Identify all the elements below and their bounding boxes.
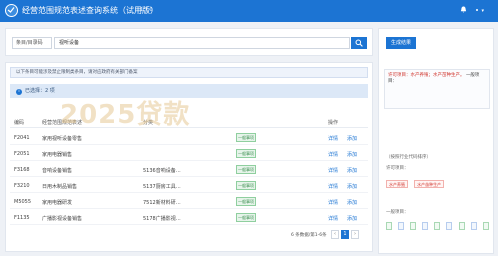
detail-link[interactable]: 详情	[328, 151, 338, 158]
status-badge: 一般事项	[236, 197, 256, 206]
generate-result-button[interactable]: 生成结果	[386, 37, 416, 49]
selection-unit: 项	[49, 88, 55, 94]
search-button[interactable]	[351, 37, 367, 49]
status-badge: 一般事项	[236, 133, 256, 142]
add-link[interactable]: 添加	[347, 183, 357, 190]
add-link[interactable]: 添加	[347, 215, 357, 222]
row-name: 家用电器销售	[42, 152, 73, 158]
row-category: 5178广播影视…	[143, 216, 181, 222]
add-link[interactable]: 添加	[347, 151, 357, 158]
row-name: 家用电器研发	[42, 200, 73, 206]
row-code: M5055	[14, 199, 32, 205]
general-tag[interactable]	[422, 222, 429, 230]
result-license-text: 水产养殖；水产苗种生产。	[410, 73, 465, 78]
row-code: F3210	[14, 183, 30, 189]
row-code: F2041	[14, 135, 30, 141]
search-input[interactable]: 视听设备	[54, 37, 350, 49]
search-panel: 条目/目录码 视听设备	[5, 28, 373, 56]
next-page-button[interactable]: ›	[351, 230, 359, 239]
general-tag[interactable]	[398, 222, 405, 230]
general-tag[interactable]	[410, 222, 417, 230]
status-badge: 一般事项	[236, 181, 256, 190]
table-row[interactable]: F3168 音响设备销售 5136音响设备… 一般事项 详情 添加	[10, 163, 368, 177]
notice-banner: 以下条目可能涉及禁止限制类条目，请对应政府有关部门备案	[10, 67, 368, 78]
selection-count: 2	[45, 88, 49, 94]
add-link[interactable]: 添加	[347, 199, 357, 206]
detail-link[interactable]: 详情	[328, 215, 338, 222]
current-page-button[interactable]: 1	[341, 230, 349, 239]
info-icon: i	[16, 89, 22, 95]
row-code: F2051	[14, 151, 30, 157]
table-row[interactable]: M5055 家用电器研发 7512新材料研… 一般事项 详情 添加	[10, 195, 368, 209]
selection-label: 已选择：	[25, 88, 46, 94]
row-category: 5137厨房工具…	[143, 184, 181, 190]
license-tag-group: 水产养殖 水产苗种生产	[386, 171, 490, 190]
status-badge: 一般事项	[236, 149, 256, 158]
results-panel: 以下条目可能涉及禁止限制类条目，请对应政府有关部门备案 i 已选择：2 项 编码 …	[5, 62, 373, 252]
general-tag[interactable]	[434, 222, 441, 230]
status-badge: 一般事项	[236, 213, 256, 222]
header-category: 分类	[143, 120, 154, 126]
pagination-summary: 6 条数据/第1-6条	[291, 233, 327, 238]
row-name: 日用木制品销售	[42, 184, 78, 190]
user-menu[interactable]: ▾	[460, 6, 484, 14]
status-badge: 一般事项	[236, 165, 256, 174]
header-name: 经营范围规范表述	[42, 120, 83, 126]
row-code: F3168	[14, 167, 30, 173]
general-tag[interactable]	[446, 222, 453, 230]
app-header: 经营范围规范表述查询系统（试用版） 1.7.0 ▾	[0, 0, 498, 22]
selection-bar: i 已选择：2 项	[10, 84, 368, 98]
result-panel: 生成结果 许可项目：水产养殖；水产苗种生产。 一般项目： （按照行业代码排序） …	[378, 28, 494, 254]
chevron-down-icon[interactable]: ▾	[481, 8, 484, 14]
general-tag[interactable]	[482, 222, 489, 230]
license-tag[interactable]: 水产养殖	[386, 180, 408, 188]
table-row[interactable]: F3210 日用木制品销售 5137厨房工具… 一般事项 详情 添加	[10, 179, 368, 193]
app-title: 经营范围规范表述查询系统（试用版）	[22, 6, 158, 15]
row-code: F1135	[14, 215, 30, 221]
header-action: 操作	[328, 120, 339, 126]
table-row[interactable]: F2041 家用视听设备零售 一般事项 详情 添加	[10, 131, 368, 145]
sort-hint: （按照行业代码排序）	[386, 155, 431, 160]
row-name: 家用视听设备零售	[42, 136, 83, 142]
table-row[interactable]: F2051 家用电器销售 一般事项 详情 添加	[10, 147, 368, 161]
prev-page-button[interactable]: ‹	[331, 230, 339, 239]
detail-link[interactable]: 详情	[328, 199, 338, 206]
row-name: 广播影视设备销售	[42, 216, 83, 222]
app-version: 1.7.0	[140, 7, 153, 13]
table-row[interactable]: F1135 广播影视设备销售 5178广播影视… 一般事项 详情 添加	[10, 211, 368, 225]
row-name: 音响设备销售	[42, 168, 73, 174]
license-tag[interactable]: 水产苗种生产	[414, 180, 445, 188]
general-tag-group	[386, 215, 490, 234]
search-icon	[355, 39, 363, 47]
general-tag[interactable]	[386, 222, 392, 230]
detail-link[interactable]: 详情	[328, 183, 338, 190]
row-category: 5136音响设备…	[143, 168, 181, 174]
add-link[interactable]: 添加	[347, 135, 357, 142]
general-tag[interactable]	[470, 222, 477, 230]
general-tag[interactable]	[458, 222, 465, 230]
detail-link[interactable]: 详情	[328, 135, 338, 142]
header-code: 编码	[14, 120, 25, 126]
detail-link[interactable]: 详情	[328, 167, 338, 174]
user-avatar[interactable]	[475, 9, 478, 11]
result-text-box[interactable]: 许可项目：水产养殖；水产苗种生产。 一般项目：	[384, 69, 490, 109]
app-logo-icon	[5, 4, 18, 17]
row-category: 7512新材料研…	[143, 200, 181, 206]
bell-icon[interactable]	[460, 6, 467, 13]
result-license-prefix: 许可项目：	[388, 73, 411, 78]
table-header: 编码 经营范围规范表述 分类 操作	[10, 116, 368, 128]
search-type-select[interactable]: 条目/目录码	[12, 37, 52, 49]
add-link[interactable]: 添加	[347, 167, 357, 174]
